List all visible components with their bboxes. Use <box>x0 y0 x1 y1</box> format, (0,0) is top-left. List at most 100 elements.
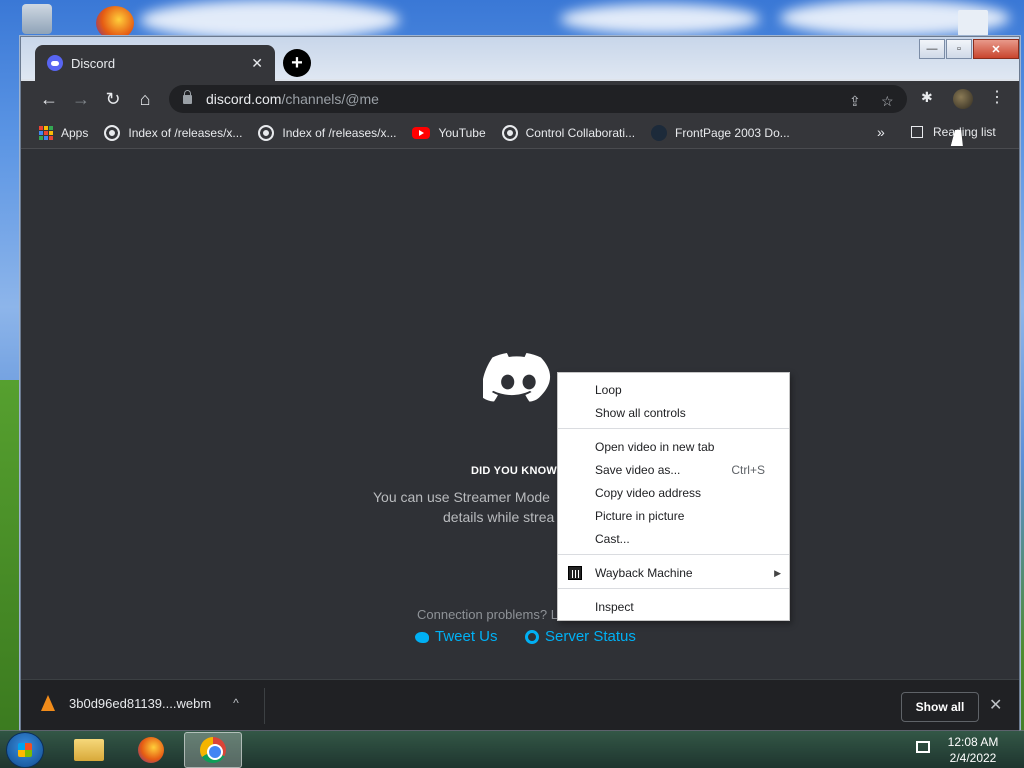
lock-icon[interactable] <box>183 89 192 104</box>
tab-discord[interactable]: Discord ✕ <box>35 45 275 81</box>
extensions-icon[interactable]: ✱ <box>921 89 933 106</box>
chrome-icon <box>200 737 226 763</box>
discord-page: DID YOU KNOW You can use Streamer Mode d… <box>21 149 1019 679</box>
apps-grid-icon <box>39 125 53 140</box>
menu-item-inspect[interactable]: Inspect <box>558 596 789 618</box>
download-filename: 3b0d96ed81139....webm <box>69 695 212 711</box>
server-status-link[interactable]: Server Status <box>525 628 636 645</box>
tip-text-line1: You can use Streamer Mode <box>373 489 550 505</box>
taskbar-explorer[interactable] <box>60 732 118 768</box>
menu-item-loop[interactable]: Loop <box>558 379 789 401</box>
server-status-label: Server Status <box>545 628 636 645</box>
home-button[interactable]: ⌂ <box>133 87 157 111</box>
cloud <box>140 0 400 40</box>
globe-icon <box>501 124 518 141</box>
chrome-window: Discord ✕ + — ▫ ✕ ← → ↻ ⌂ discord.com/ch… <box>20 36 1020 731</box>
clock-date: 2/4/2022 <box>949 751 997 765</box>
download-divider <box>264 688 265 724</box>
share-icon[interactable]: ⇪ <box>849 93 861 110</box>
firefox-icon <box>138 737 164 763</box>
menu-item-open-new-tab[interactable]: Open video in new tab <box>558 436 789 458</box>
youtube-icon <box>412 126 431 139</box>
menu-item-label: Save video as... <box>595 463 681 477</box>
more-bookmarks-chevron-icon[interactable]: » <box>877 124 885 140</box>
bookmark-label: FrontPage 2003 Do... <box>675 125 790 140</box>
menu-item-label: Wayback Machine <box>595 566 693 580</box>
menu-item-picture-in-picture[interactable]: Picture in picture <box>558 505 789 527</box>
toolbar: ← → ↻ ⌂ discord.com/channels/@me ⇪ ☆ ✱ ⋮ <box>21 81 1019 117</box>
bookmarks-bar: Apps Index of /releases/x... Index of /r… <box>21 117 1019 149</box>
show-all-downloads-button[interactable]: Show all <box>901 692 979 722</box>
start-button[interactable] <box>6 732 44 768</box>
recycle-bin-icon[interactable] <box>22 4 52 34</box>
bookmark-control-collaboration[interactable]: Control Collaborati... <box>501 124 636 141</box>
close-download-shelf-icon[interactable]: ✕ <box>989 695 1002 715</box>
bookmark-releases-2[interactable]: Index of /releases/x... <box>258 124 397 141</box>
bookmark-label: Index of /releases/x... <box>282 125 397 140</box>
discord-favicon-icon <box>47 55 63 71</box>
cloud <box>560 4 760 34</box>
bookmark-frontpage[interactable]: FrontPage 2003 Do... <box>651 124 790 141</box>
taskbar: 12:08 AM 2/4/2022 <box>0 730 1024 768</box>
maximize-button[interactable]: ▫ <box>946 39 972 59</box>
url-domain: discord.com <box>206 91 282 107</box>
menu-item-copy-address[interactable]: Copy video address <box>558 482 789 504</box>
menu-separator <box>558 428 789 429</box>
video-context-menu: Loop Show all controls Open video in new… <box>557 372 790 621</box>
reading-list-icon <box>911 126 923 138</box>
frontpage-icon <box>651 124 668 141</box>
new-tab-button[interactable]: + <box>283 49 311 77</box>
firefox-desktop-icon[interactable] <box>96 6 134 40</box>
submenu-arrow-icon: ▶ <box>774 567 781 578</box>
taskbar-firefox[interactable] <box>122 732 180 768</box>
bookmark-apps[interactable]: Apps <box>39 125 89 140</box>
server-status-icon <box>525 629 539 644</box>
forward-button[interactable]: → <box>69 87 93 111</box>
did-you-know-heading: DID YOU KNOW <box>471 465 557 477</box>
vlc-file-icon <box>41 695 55 711</box>
bookmark-releases-1[interactable]: Index of /releases/x... <box>104 124 243 141</box>
window-close-button[interactable]: ✕ <box>973 39 1019 59</box>
wayback-machine-icon <box>568 566 582 580</box>
bookmark-label: Index of /releases/x... <box>128 125 243 140</box>
menu-separator <box>558 554 789 555</box>
minimize-button[interactable]: — <box>919 39 945 59</box>
bookmark-star-icon[interactable]: ☆ <box>881 93 894 110</box>
menu-item-cast[interactable]: Cast... <box>558 528 789 550</box>
profile-avatar[interactable] <box>953 89 973 109</box>
tip-text-line2: details while strea <box>443 509 555 525</box>
download-item[interactable]: 3b0d96ed81139....webm ^ <box>41 695 239 711</box>
bookmark-label: Apps <box>61 125 89 140</box>
menu-shortcut: Ctrl+S <box>731 463 765 477</box>
reload-button[interactable]: ↻ <box>101 87 125 111</box>
taskbar-chrome[interactable] <box>184 732 242 768</box>
globe-icon <box>258 124 275 141</box>
tweet-us-label: Tweet Us <box>435 628 498 645</box>
connection-problems-text: Connection problems? L <box>417 607 558 622</box>
globe-icon <box>104 124 121 141</box>
download-options-chevron-icon[interactable]: ^ <box>233 696 239 710</box>
url-path: /channels/@me <box>281 91 379 107</box>
address-bar[interactable]: discord.com/channels/@me ⇪ ☆ <box>169 85 907 113</box>
network-tray-icon[interactable] <box>916 741 930 753</box>
tab-close-icon[interactable]: ✕ <box>251 55 263 72</box>
back-button[interactable]: ← <box>37 87 61 111</box>
menu-item-show-controls[interactable]: Show all controls <box>558 402 789 424</box>
menu-separator <box>558 588 789 589</box>
tab-title: Discord <box>71 55 116 71</box>
download-shelf: 3b0d96ed81139....webm ^ Show all ✕ <box>21 679 1019 731</box>
clock-time: 12:08 AM <box>947 735 999 749</box>
bookmark-label: Control Collaborati... <box>525 125 636 140</box>
menu-item-save-video[interactable]: Save video as... Ctrl+S <box>558 459 789 481</box>
system-clock[interactable]: 12:08 AM 2/4/2022 <box>940 734 1006 766</box>
discord-logo-icon <box>483 353 551 402</box>
document-desktop-icon[interactable] <box>958 10 988 36</box>
menu-item-wayback-machine[interactable]: Wayback Machine ▶ <box>558 562 789 584</box>
chrome-menu-icon[interactable]: ⋮ <box>989 87 1005 107</box>
folder-icon <box>74 739 104 761</box>
bookmark-label: YouTube <box>438 125 486 140</box>
twitter-icon <box>415 632 429 643</box>
tweet-us-link[interactable]: Tweet Us <box>415 628 498 645</box>
title-bar: Discord ✕ + — ▫ ✕ <box>21 37 1019 81</box>
bookmark-youtube[interactable]: YouTube <box>412 125 486 140</box>
